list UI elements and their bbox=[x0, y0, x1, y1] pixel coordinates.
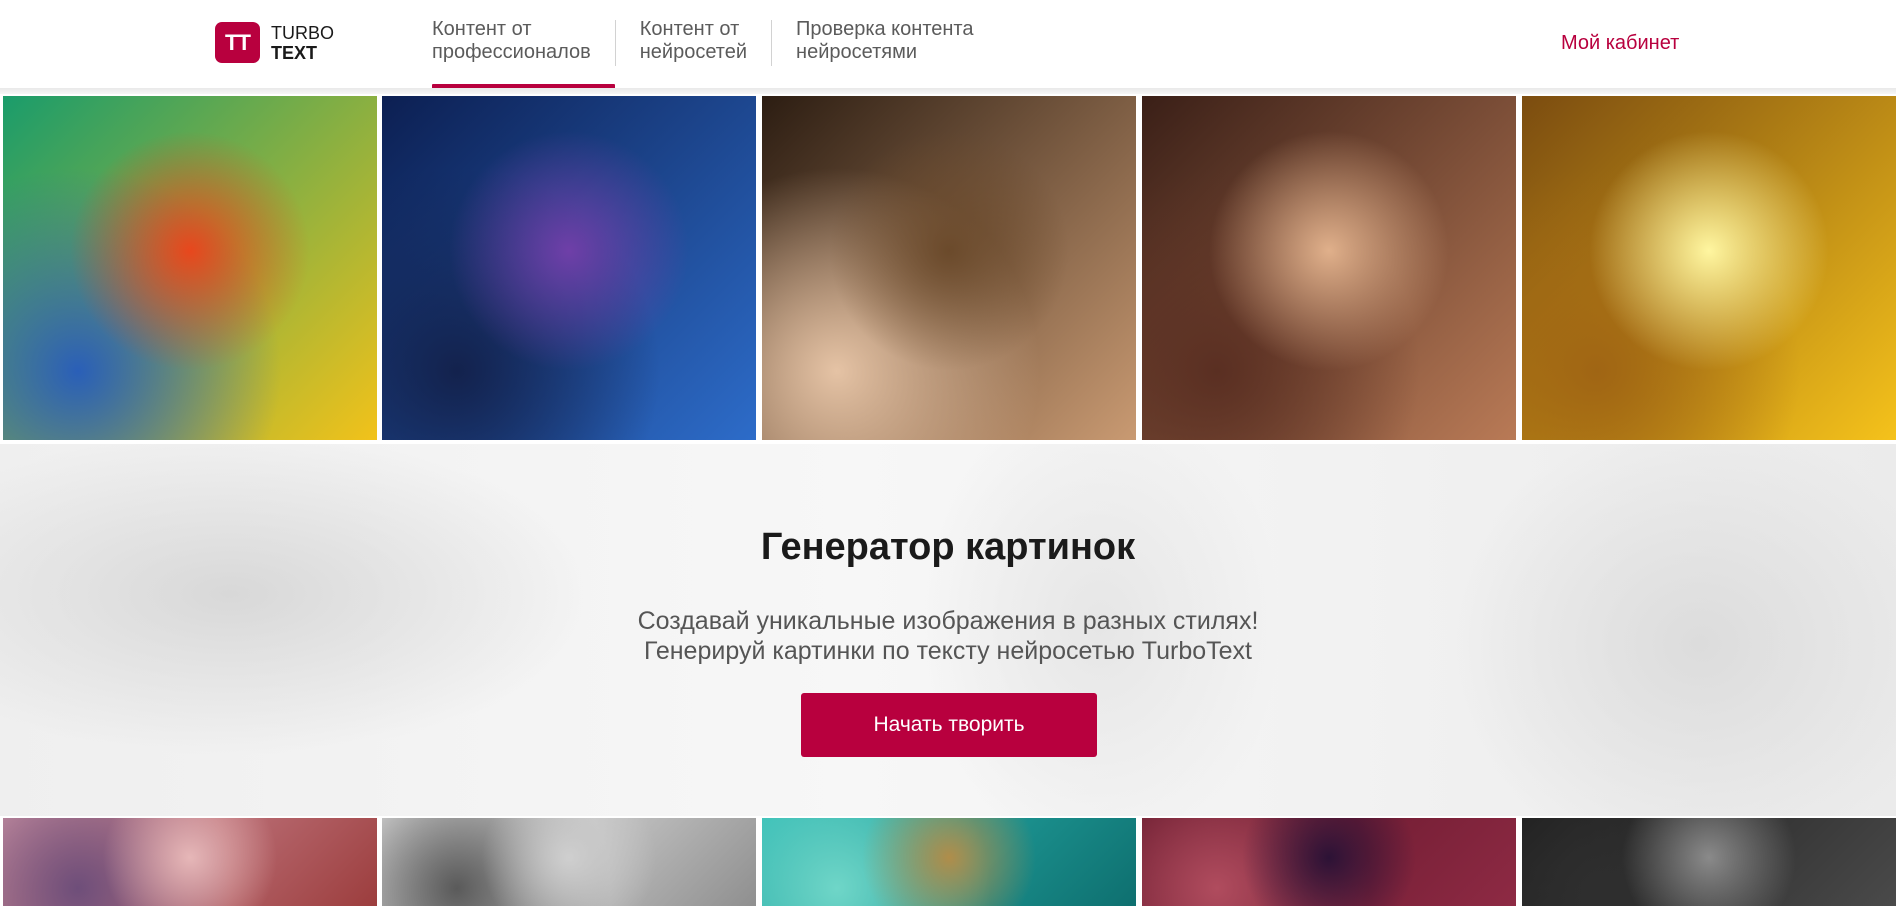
gallery-bottom-row bbox=[0, 818, 1896, 906]
nav-ai-check-line2: нейросетями bbox=[796, 41, 918, 63]
logo-line-2: TEXT bbox=[271, 42, 318, 63]
pencil-mountains-image[interactable] bbox=[382, 818, 756, 906]
nav-ai-check[interactable]: Проверка контента нейросетями bbox=[796, 18, 997, 90]
hero-title: Генератор картинок bbox=[760, 526, 1136, 568]
nav-ai-content-line2: нейросетей bbox=[639, 41, 748, 63]
red-portrait-image[interactable] bbox=[1142, 818, 1516, 906]
nav-ai-content[interactable]: Контент от нейросетей bbox=[640, 18, 771, 90]
hero-subtitle-line2: Генерируй картинки по тексту нейросетью … bbox=[643, 637, 1252, 665]
main-nav: Контент от профессионалов Контент от ней… bbox=[432, 18, 998, 90]
site-header: TT TURBO TEXT Контент от профессионалов … bbox=[0, 0, 1896, 90]
hero-subtitle-line1: Создавай уникальные изображения в разных… bbox=[637, 607, 1259, 635]
cubist-cat-image[interactable] bbox=[3, 96, 377, 440]
start-creating-button[interactable]: Начать творить bbox=[801, 693, 1097, 757]
nav-divider bbox=[771, 20, 773, 66]
sunny-city-painting-image[interactable] bbox=[1522, 96, 1896, 440]
logo-mark-icon: TT bbox=[215, 22, 260, 63]
nav-pro-content[interactable]: Контент от профессионалов bbox=[432, 18, 615, 90]
nav-pro-content-line2: профессионалов bbox=[432, 41, 591, 63]
nav-ai-check-line1: Проверка контента bbox=[796, 18, 974, 40]
nav-ai-content-line1: Контент от bbox=[639, 18, 740, 40]
dark-sketch-image[interactable] bbox=[1522, 818, 1896, 906]
blue-fairy-face-image[interactable] bbox=[382, 96, 756, 440]
turbotext-logo[interactable]: TT TURBO TEXT bbox=[215, 22, 334, 63]
nav-divider bbox=[614, 20, 616, 66]
braided-girl-portrait-image[interactable] bbox=[762, 96, 1136, 440]
gallery-top-row bbox=[0, 96, 1896, 440]
fluffy-cat-image[interactable] bbox=[1142, 96, 1516, 440]
submarine-image[interactable] bbox=[762, 818, 1136, 906]
hero-subtitle: Создавай уникальные изображения в разных… bbox=[0, 606, 1896, 666]
header-divider bbox=[0, 88, 1896, 94]
hero-section: Генератор картинок Создавай уникальные и… bbox=[0, 444, 1896, 816]
nav-pro-content-line1: Контент от bbox=[432, 18, 532, 40]
logo-line-1: TURBO bbox=[271, 22, 334, 43]
my-account-link[interactable]: Мой кабинет bbox=[1561, 32, 1679, 55]
balloons-image[interactable] bbox=[3, 818, 377, 906]
logo-wordmark: TURBO TEXT bbox=[271, 23, 334, 63]
